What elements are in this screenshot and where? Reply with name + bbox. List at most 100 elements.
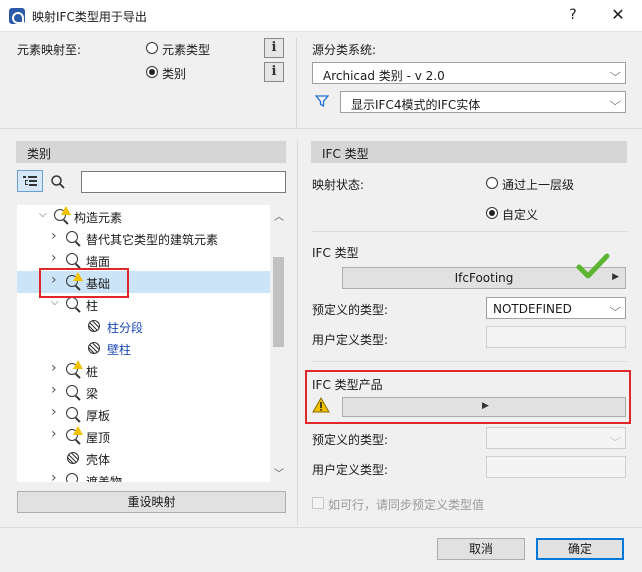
- chevron-down-icon: ⌵: [608, 95, 621, 108]
- tree-item-label: 壳体: [86, 453, 111, 467]
- tree-item-label: 柱分段: [107, 321, 144, 335]
- highlight-foundation: [39, 268, 129, 298]
- hatched-node-icon: [86, 318, 102, 334]
- tree-item-label: 屋顶: [86, 431, 111, 445]
- warning-node-icon: [65, 426, 83, 444]
- tree-item[interactable]: ⌵ 构造元素: [17, 205, 270, 227]
- radio-via-parent-label[interactable]: 通过上一层级: [502, 176, 574, 193]
- reset-mapping-button[interactable]: 重设映射: [17, 491, 286, 513]
- tree-scrollbar[interactable]: ︿ ﹀: [270, 205, 287, 482]
- tree-item-label: 厚板: [86, 409, 111, 423]
- scroll-down-icon[interactable]: ﹀: [274, 465, 284, 480]
- expand-right-icon[interactable]: ›: [51, 360, 57, 376]
- tree-item[interactable]: 壳体: [17, 447, 270, 469]
- product-user-defined-field[interactable]: [486, 456, 626, 478]
- arrow-right-icon: ▶: [482, 401, 489, 411]
- tree-item[interactable]: › 厚板: [17, 403, 270, 425]
- ifc-type-section-label: IFC 类型: [312, 246, 359, 260]
- sync-checkbox-label[interactable]: 如可行，请同步预定义类型值: [328, 496, 484, 513]
- hatched-node-icon: [86, 340, 102, 356]
- tree-item-label: 梁: [86, 387, 99, 401]
- tree-item[interactable]: › 梁: [17, 381, 270, 403]
- tree-item-label: 遮盖物: [86, 475, 123, 482]
- map-to-label: 元素映射至:: [17, 43, 82, 57]
- expand-down-icon[interactable]: ⌵: [51, 297, 59, 308]
- top-divider: [0, 128, 642, 129]
- ifc-product-button[interactable]: ▶: [342, 397, 626, 417]
- arrow-right-icon: ▶: [612, 272, 619, 282]
- expand-right-icon[interactable]: ›: [51, 426, 57, 442]
- info-category-button[interactable]: i: [264, 62, 284, 82]
- tree-item[interactable]: › 替代其它类型的建筑元素: [17, 227, 270, 249]
- node-icon: [65, 230, 81, 246]
- node-icon: [65, 472, 81, 482]
- tree-view-toggle[interactable]: [17, 170, 43, 192]
- sync-checkbox[interactable]: [312, 497, 324, 509]
- panel-separator: [297, 140, 298, 525]
- chevron-down-icon: ⌵: [608, 301, 621, 314]
- info-element-type-button[interactable]: i: [264, 38, 284, 58]
- help-button[interactable]: ?: [563, 5, 583, 25]
- user-defined-type-label: 用户定义类型:: [312, 333, 389, 347]
- product-predefined-select[interactable]: ⌵: [486, 427, 626, 449]
- radio-via-parent[interactable]: [486, 177, 498, 189]
- window-title: 映射IFC类型用于导出: [32, 10, 147, 24]
- checkmark-icon: [576, 252, 610, 280]
- hatched-node-icon: [65, 450, 81, 466]
- ok-button[interactable]: 确定: [536, 538, 624, 560]
- expand-right-icon[interactable]: ›: [51, 470, 57, 482]
- tree-item[interactable]: › 遮盖物: [17, 469, 270, 482]
- search-icon[interactable]: [50, 174, 66, 190]
- predefined-type-value: NOTDEFINED: [493, 302, 572, 316]
- app-icon: [9, 8, 25, 24]
- expand-right-icon[interactable]: ›: [51, 382, 57, 398]
- radio-category[interactable]: [146, 66, 158, 78]
- warning-node-icon: [65, 360, 83, 378]
- radio-custom[interactable]: [486, 207, 498, 219]
- tree-list-icon: [23, 176, 37, 186]
- expand-right-icon[interactable]: ›: [51, 404, 57, 420]
- category-tree[interactable]: ⌵ 构造元素 › 替代其它类型的建筑元素 › 墙面 › 基础 ⌵ 柱柱分段 壁柱 › 桩 › 梁 › 厚板 › 屋顶…: [17, 205, 287, 482]
- ifc-filter-select-value: 显示IFC4模式的IFC实体: [351, 98, 481, 112]
- cancel-button[interactable]: 取消: [437, 538, 525, 560]
- tree-item[interactable]: › 屋顶: [17, 425, 270, 447]
- user-defined-type-field[interactable]: [486, 326, 626, 348]
- product-predefined-label: 预定义的类型:: [312, 433, 389, 447]
- scroll-thumb[interactable]: [273, 257, 284, 347]
- radio-element-type-label[interactable]: 元素类型: [162, 41, 210, 58]
- classification-select-value: Archicad 类别 - v 2.0: [323, 69, 445, 83]
- chevron-down-icon: ⌵: [608, 66, 621, 79]
- close-button[interactable]: ✕: [608, 5, 628, 25]
- footer-divider: [0, 527, 642, 528]
- tree-item-label: 桩: [86, 365, 99, 379]
- node-icon: [65, 406, 81, 422]
- expand-right-icon[interactable]: ›: [51, 228, 57, 244]
- radio-element-type[interactable]: [146, 42, 158, 54]
- node-icon: [65, 384, 81, 400]
- tree-item-label: 构造元素: [74, 211, 123, 225]
- warning-icon: [312, 396, 330, 413]
- ifc-type-panel-title: IFC 类型: [322, 147, 369, 161]
- node-icon: [65, 296, 81, 312]
- predefined-type-select[interactable]: NOTDEFINED ⌵: [486, 297, 626, 319]
- warning-node-icon: [53, 206, 71, 224]
- radio-custom-label[interactable]: 自定义: [502, 206, 538, 223]
- radio-category-label[interactable]: 类别: [162, 65, 186, 82]
- category-panel-header: 类别: [16, 141, 286, 163]
- tree-item-label: 壁柱: [107, 343, 132, 357]
- classification-label: 源分类系统:: [312, 43, 377, 57]
- tree-item[interactable]: 柱分段: [17, 315, 270, 337]
- type-divider: [311, 361, 627, 362]
- ifc-type-panel-header: IFC 类型: [311, 141, 627, 163]
- classification-select[interactable]: Archicad 类别 - v 2.0 ⌵: [312, 62, 626, 84]
- tree-item[interactable]: 壁柱: [17, 337, 270, 359]
- search-input[interactable]: [81, 171, 286, 193]
- expand-right-icon[interactable]: ›: [51, 250, 57, 266]
- expand-down-icon[interactable]: ⌵: [39, 209, 47, 220]
- tree-item[interactable]: › 桩: [17, 359, 270, 381]
- filter-icon: [314, 94, 330, 108]
- product-user-defined-label: 用户定义类型:: [312, 463, 389, 477]
- ifc-filter-select[interactable]: 显示IFC4模式的IFC实体 ⌵: [340, 91, 626, 113]
- top-separator: [296, 38, 297, 128]
- scroll-up-icon[interactable]: ︿: [274, 208, 284, 223]
